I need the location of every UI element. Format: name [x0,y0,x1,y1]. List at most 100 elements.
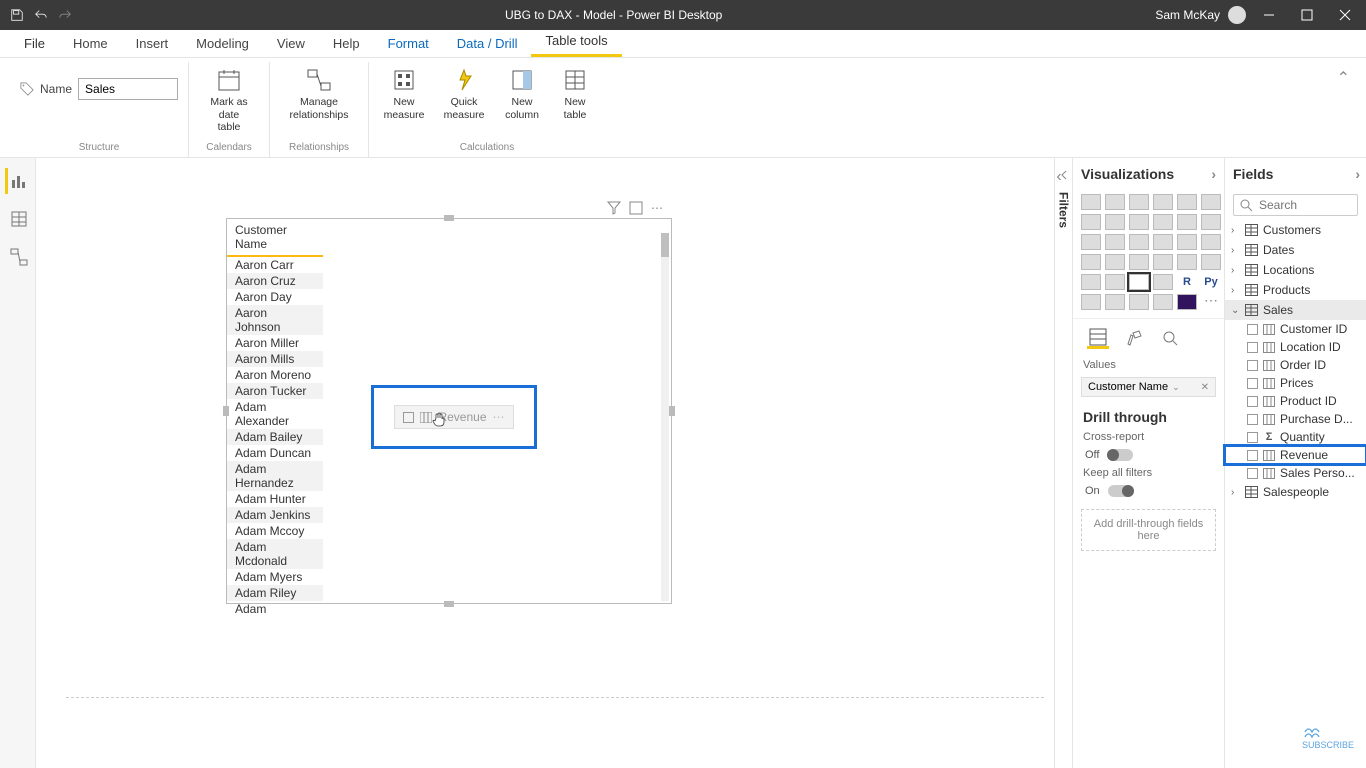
user-name[interactable]: Sam McKay [1155,8,1220,22]
resize-handle-left[interactable] [223,406,229,416]
field-quantity[interactable]: ΣQuantity [1225,428,1366,446]
viz-shape-map[interactable] [1129,254,1149,270]
viz-arcgis[interactable] [1177,294,1197,310]
tab-help[interactable]: Help [319,30,374,57]
more-options-icon[interactable]: ⋯ [651,201,665,215]
viz-python[interactable]: Py [1201,274,1221,290]
table-row[interactable]: Adam Mcdonald [227,539,323,569]
avatar[interactable] [1228,6,1246,24]
viz-key-influencers[interactable] [1081,294,1101,310]
table-row[interactable]: Aaron Moreno [227,367,323,383]
table-row[interactable]: Aaron Johnson [227,305,323,335]
tab-insert[interactable]: Insert [122,30,183,57]
viz-qa[interactable] [1129,294,1149,310]
tab-home[interactable]: Home [59,30,122,57]
field-prices[interactable]: Prices [1225,374,1366,392]
minimize-button[interactable] [1254,0,1284,30]
table-node-products[interactable]: ›Products [1225,280,1366,300]
viz-100-bar[interactable] [1177,194,1197,210]
field-product-id[interactable]: Product ID [1225,392,1366,410]
subscribe-badge[interactable]: SUBSCRIBE [1302,724,1354,750]
scrollbar-thumb[interactable] [661,233,669,257]
maximize-button[interactable] [1292,0,1322,30]
viz-stacked-bar[interactable] [1081,194,1101,210]
model-view-button[interactable] [5,244,31,270]
table-row[interactable]: Aaron Day [227,289,323,305]
table-row[interactable]: Aaron Tucker [227,383,323,399]
field-purchase-d-[interactable]: Purchase D... [1225,410,1366,428]
checkbox-icon[interactable] [1247,396,1258,407]
table-row[interactable]: Adam Duncan [227,445,323,461]
viz-funnel[interactable] [1105,234,1125,250]
checkbox-icon[interactable] [1247,450,1258,461]
checkbox-icon[interactable] [1247,432,1258,443]
keep-filters-toggle[interactable] [1108,485,1134,497]
redo-icon[interactable] [58,8,72,22]
format-tab-icon[interactable] [1123,327,1145,349]
drill-through-dropzone[interactable]: Add drill-through fields here [1081,509,1216,551]
new-measure-button[interactable]: New measure [379,62,429,121]
tab-table-tools[interactable]: Table tools [531,27,621,57]
viz-slicer[interactable] [1105,274,1125,290]
quick-measure-button[interactable]: Quick measure [439,62,489,121]
viz-treemap[interactable] [1201,234,1221,250]
search-input[interactable] [1259,198,1349,212]
viz-line[interactable] [1081,214,1101,230]
field-revenue[interactable]: Revenue [1225,446,1366,464]
manage-relationships-button[interactable]: Manage relationships [280,62,358,121]
fields-pane-chevron-icon[interactable]: › [1355,166,1360,182]
table-node-locations[interactable]: ›Locations [1225,260,1366,280]
checkbox-icon[interactable] [1247,324,1258,335]
name-input[interactable] [78,78,178,100]
report-canvas[interactable]: ⋯ Customer Name Aaron CarrAaron CruzAaro… [36,158,1054,768]
mark-as-date-table-button[interactable]: Mark as date table [199,62,259,134]
table-node-salespeople[interactable]: ›Salespeople [1225,482,1366,502]
table-row[interactable]: Adam Myers [227,569,323,585]
table-row[interactable]: Adam Hernandez [227,461,323,491]
table-row[interactable]: Adam Hunter [227,491,323,507]
viz-clustered-column[interactable] [1153,194,1173,210]
tab-format[interactable]: Format [374,30,443,57]
drag-field-chip[interactable]: Revenue ⋯ [371,385,537,449]
new-column-button[interactable]: New column [499,62,545,121]
chevron-down-icon[interactable]: ⌄ [1172,382,1180,393]
viz-scatter[interactable] [1129,234,1149,250]
viz-multi-card[interactable] [1201,254,1221,270]
viz-table[interactable] [1129,274,1149,290]
close-button[interactable] [1330,0,1360,30]
table-row[interactable]: Aaron Cruz [227,273,323,289]
checkbox-icon[interactable] [1247,414,1258,425]
viz-decomp[interactable] [1105,294,1125,310]
value-field-chip[interactable]: Customer Name ⌄ ✕ [1081,377,1216,397]
new-table-button[interactable]: New table [555,62,595,121]
analytics-tab-icon[interactable] [1159,327,1181,349]
viz-paginated[interactable] [1153,294,1173,310]
resize-handle-bottom[interactable] [444,601,454,607]
table-row[interactable]: Adam Jenkins [227,507,323,523]
undo-icon[interactable] [34,8,48,22]
remove-field-icon[interactable]: ✕ [1201,382,1209,393]
filter-icon[interactable] [607,201,621,215]
field-customer-id[interactable]: Customer ID [1225,320,1366,338]
table-row[interactable]: Adam Bailey [227,429,323,445]
resize-handle-top[interactable] [444,215,454,221]
checkbox-icon[interactable] [1247,342,1258,353]
save-icon[interactable] [10,8,24,22]
viz-waterfall[interactable] [1081,234,1101,250]
table-row[interactable]: Aaron Carr [227,257,323,273]
table-node-customers[interactable]: ›Customers [1225,220,1366,240]
viz-stacked-column[interactable] [1105,194,1125,210]
viz-donut[interactable] [1177,234,1197,250]
viz-stacked-area[interactable] [1129,214,1149,230]
table-node-dates[interactable]: ›Dates [1225,240,1366,260]
viz-matrix[interactable] [1153,274,1173,290]
checkbox-icon[interactable] [1247,468,1258,479]
viz-filled-map[interactable] [1105,254,1125,270]
viz-line-stacked[interactable] [1153,214,1173,230]
checkbox-icon[interactable] [1247,378,1258,389]
scrollbar-track[interactable] [661,233,669,601]
fields-tab-icon[interactable] [1087,327,1109,349]
checkbox-icon[interactable] [1247,360,1258,371]
viz-area[interactable] [1105,214,1125,230]
table-row[interactable]: Aaron Miller [227,335,323,351]
